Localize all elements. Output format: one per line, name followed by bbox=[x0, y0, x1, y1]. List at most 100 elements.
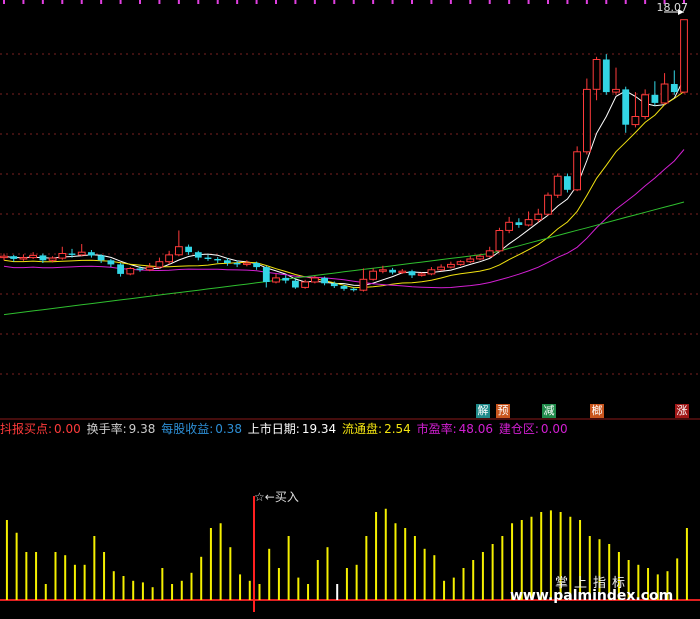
candle-body bbox=[592, 59, 601, 90]
candle-body bbox=[253, 263, 260, 268]
candle-body bbox=[107, 260, 115, 265]
stock-chart[interactable] bbox=[0, 0, 700, 619]
candle-body bbox=[97, 255, 105, 261]
info-item-label: 上市日期: bbox=[247, 422, 300, 436]
candle-body bbox=[19, 257, 28, 260]
candle-body bbox=[272, 277, 280, 283]
candle-body bbox=[573, 151, 582, 191]
candle-body bbox=[145, 266, 154, 271]
candle-body bbox=[29, 254, 38, 259]
info-item-value: 19.34 bbox=[301, 422, 337, 436]
candle-body bbox=[155, 261, 164, 268]
candle-body bbox=[330, 283, 338, 287]
candle-body bbox=[126, 268, 135, 275]
candle-body bbox=[359, 278, 368, 291]
candle-body bbox=[379, 269, 387, 272]
candle-body bbox=[214, 259, 222, 261]
info-item-label: 抖报买点: bbox=[0, 422, 53, 436]
candle-body bbox=[544, 194, 552, 215]
candle-body bbox=[165, 254, 173, 263]
candle-body bbox=[185, 246, 192, 253]
candle-body bbox=[408, 271, 416, 276]
candle-body bbox=[680, 19, 688, 93]
candle-body bbox=[417, 273, 426, 276]
candle-body bbox=[77, 251, 86, 256]
ma20-line bbox=[3, 149, 685, 289]
info-item-label: 市盈率: bbox=[416, 422, 457, 436]
candle-body bbox=[437, 266, 446, 271]
candle-body bbox=[321, 277, 328, 284]
candle-body bbox=[485, 250, 494, 257]
info-item-label: 流通盘: bbox=[342, 422, 383, 436]
info-item-value: 2.54 bbox=[384, 422, 411, 436]
candle-body bbox=[350, 288, 358, 291]
candle-body bbox=[612, 88, 620, 93]
candle-body bbox=[466, 258, 475, 263]
candle-body bbox=[0, 255, 8, 259]
candle-body bbox=[262, 267, 270, 282]
candle-body bbox=[553, 175, 562, 196]
candle-body bbox=[495, 230, 504, 252]
candle-body bbox=[534, 213, 543, 221]
top-ticks bbox=[3, 0, 685, 4]
badge-yu[interactable]: 预 bbox=[496, 404, 510, 418]
info-item-label: 换手率: bbox=[86, 422, 127, 436]
candle-body bbox=[622, 89, 630, 125]
candle-body bbox=[233, 263, 241, 265]
candle-body bbox=[136, 268, 144, 270]
candle-body bbox=[194, 252, 202, 258]
badge-jie[interactable]: 解 bbox=[476, 404, 490, 418]
candle-body bbox=[515, 222, 523, 225]
candle-body bbox=[389, 269, 396, 273]
candle-body bbox=[301, 281, 310, 288]
price-high-label: 18.07 bbox=[656, 1, 689, 14]
candle-body bbox=[340, 286, 348, 289]
candle-body bbox=[117, 264, 124, 274]
candlesticks[interactable] bbox=[0, 19, 688, 292]
info-item-value: 0.00 bbox=[540, 422, 568, 436]
candle-body bbox=[427, 269, 436, 275]
ma10-line bbox=[3, 91, 685, 289]
candle-body bbox=[175, 246, 183, 256]
candle-body bbox=[456, 261, 465, 265]
ma60-line bbox=[3, 201, 685, 316]
candle-body bbox=[10, 256, 18, 259]
info-item-label: 建仓区: bbox=[498, 422, 539, 436]
badge-bang[interactable]: 榔 bbox=[590, 404, 604, 418]
candle-body bbox=[282, 277, 290, 281]
candle-body bbox=[602, 59, 610, 93]
candle-body bbox=[583, 88, 591, 153]
info-item-value: 0.38 bbox=[215, 422, 242, 436]
candle-body bbox=[88, 252, 95, 256]
info-item-value: 0.00 bbox=[54, 422, 81, 436]
candle-body bbox=[369, 270, 378, 280]
candle-body bbox=[398, 270, 407, 274]
candle-body bbox=[641, 94, 650, 118]
grid-lines bbox=[0, 53, 700, 601]
candle-body bbox=[224, 260, 231, 263]
candle-body bbox=[660, 83, 669, 104]
candle-body bbox=[564, 176, 571, 190]
candle-body bbox=[670, 84, 678, 93]
candle-body bbox=[39, 255, 47, 261]
badge-jian[interactable]: 减 bbox=[542, 404, 556, 418]
info-item-value: 9.38 bbox=[128, 422, 156, 436]
candle-body bbox=[447, 263, 455, 268]
info-item-label: 每股收益: bbox=[161, 422, 214, 436]
candle-body bbox=[651, 94, 659, 103]
candle-body bbox=[524, 219, 533, 226]
info-bar: 抖报买点: 0.00 换手率: 9.38 每股收益: 0.38 上市日期: 19.34 … bbox=[0, 421, 700, 437]
candle-body bbox=[243, 262, 251, 265]
moving-average-lines bbox=[3, 78, 685, 316]
watermark-url: www.palmindex.com bbox=[510, 588, 674, 604]
candle-body bbox=[505, 221, 514, 231]
candle-body bbox=[48, 257, 57, 261]
candle-body bbox=[58, 253, 67, 259]
candle-body bbox=[292, 280, 299, 288]
candle-body bbox=[631, 116, 640, 126]
candle-body bbox=[68, 253, 76, 255]
candle-body bbox=[204, 257, 212, 259]
candle-body bbox=[476, 255, 484, 260]
candle-body bbox=[311, 277, 319, 283]
badge-zhang[interactable]: 涨 bbox=[675, 404, 689, 418]
